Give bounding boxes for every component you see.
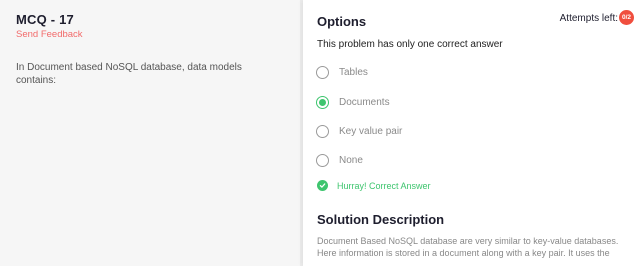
question-title: MCQ - 17 [16, 12, 74, 27]
option-label: Documents [339, 96, 390, 108]
send-feedback-link[interactable]: Send Feedback [16, 29, 83, 40]
result-text: Hurray! Correct Answer [337, 180, 431, 191]
option-label: Tables [339, 66, 368, 78]
option-none[interactable]: None [316, 152, 363, 168]
option-label: None [339, 154, 363, 166]
solution-title: Solution Description [317, 212, 445, 227]
radio-button[interactable] [316, 153, 329, 167]
attempts-badge: 0/2 [619, 10, 634, 25]
radio-button[interactable] [316, 124, 329, 138]
options-title: Options [317, 14, 367, 29]
option-tables[interactable]: Tables [316, 64, 368, 80]
question-text: In Document based NoSQL database, data m… [16, 62, 242, 86]
options-subtitle: This problem has only one correct answer [317, 39, 503, 50]
check-circle-icon [317, 180, 328, 191]
correct-answer-message: Hurray! Correct Answer [317, 180, 431, 191]
option-label: Key value pair [339, 125, 403, 137]
options-panel: Options Attempts left: 0/2 This problem … [303, 0, 640, 266]
radio-button[interactable] [316, 65, 329, 79]
option-key-value-pair[interactable]: Key value pair [316, 123, 402, 139]
question-panel: MCQ - 17 Send Feedback In Document based… [0, 0, 300, 266]
solution-text: Document Based NoSQL database are very s… [317, 236, 619, 258]
option-documents[interactable]: Documents [316, 94, 390, 110]
radio-button-selected[interactable] [316, 95, 329, 109]
attempts-left-label: Attempts left: [559, 13, 618, 24]
